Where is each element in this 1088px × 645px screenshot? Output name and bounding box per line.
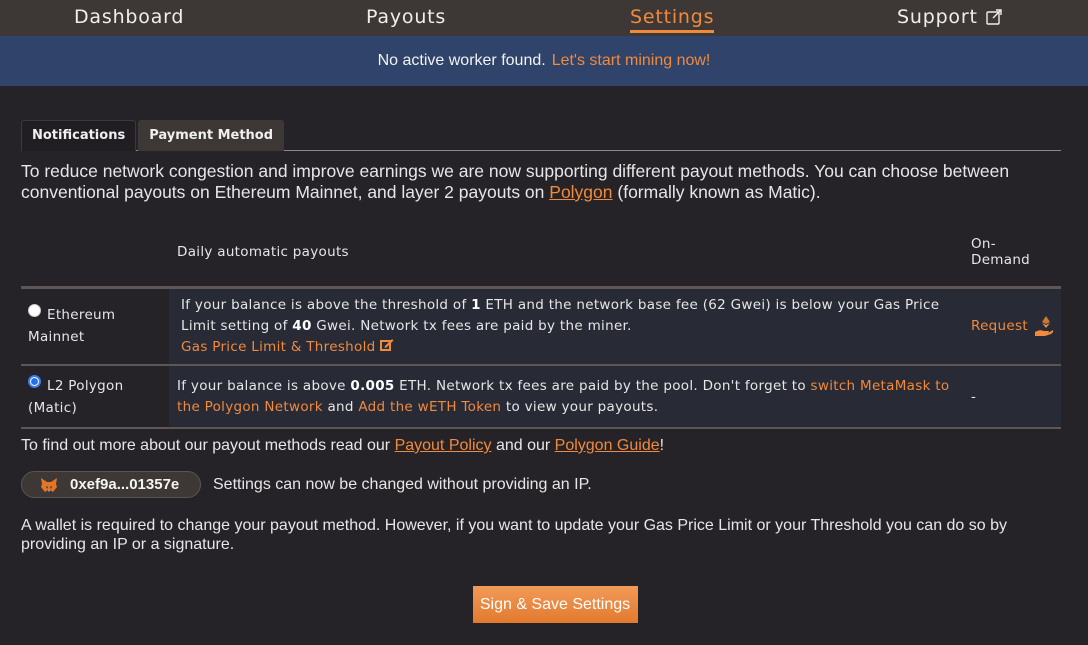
polygon-description: If your balance is above 0.005 ETH. Netw…: [169, 365, 971, 429]
ethereum-on-demand: Request: [971, 287, 1061, 366]
wallet-address: 0xef9a...01357e: [70, 476, 180, 493]
intro-text-after: (formally known as Matic).: [612, 182, 821, 202]
desc-text: If your balance is above the threshold o…: [181, 296, 472, 313]
method-label: L2 Polygon (Matic): [28, 377, 124, 416]
header-on-demand-label: On-Demand: [971, 235, 1031, 268]
more-info-text: To find out more about our payout method…: [21, 437, 395, 454]
header-method: [21, 218, 169, 289]
request-label: Request: [971, 318, 1028, 335]
settings-content: Notifications Payment Method To reduce n…: [0, 120, 1088, 623]
gas-price-threshold-label: Gas Price Limit & Threshold: [181, 338, 376, 355]
add-weth-token-link[interactable]: Add the wETH Token: [358, 399, 501, 415]
gas-limit-value: 40: [292, 317, 312, 334]
more-info-text: !: [659, 437, 665, 454]
tab-notifications[interactable]: Notifications: [21, 120, 137, 151]
tab-payment-method[interactable]: Payment Method: [138, 120, 285, 151]
desc-text: to view your payouts.: [501, 398, 659, 415]
external-link-icon: [986, 9, 1002, 25]
desc-text: If your balance is above: [177, 377, 351, 394]
more-info-paragraph: To find out more about our payout method…: [21, 437, 1061, 455]
polygon-radio[interactable]: [28, 374, 41, 388]
wallet-row: 0xef9a...01357e Settings can now be chan…: [21, 471, 1061, 498]
method-ethereum[interactable]: Ethereum Mainnet: [21, 287, 169, 366]
wallet-note: Settings can now be changed without prov…: [213, 475, 592, 493]
sign-save-settings-button[interactable]: Sign & Save Settings: [472, 586, 638, 623]
ethereum-description: If your balance is above the threshold o…: [169, 287, 971, 366]
polygon-guide-link[interactable]: Polygon Guide: [555, 437, 660, 454]
threshold-value: 0.005: [350, 377, 395, 394]
table-header-row: Daily automatic payouts On-Demand: [21, 218, 1061, 289]
request-payout-link[interactable]: Request: [971, 315, 1061, 337]
nav-dashboard[interactable]: Dashboard: [74, 6, 184, 28]
ethereum-radio[interactable]: [28, 304, 41, 318]
top-navigation: Dashboard Payouts Settings Support: [0, 0, 1088, 36]
save-wrapper: Sign & Save Settings: [21, 586, 1061, 623]
method-polygon[interactable]: L2 Polygon (Matic): [21, 365, 169, 429]
table-row: Ethereum Mainnet If your balance is abov…: [21, 287, 1061, 366]
nav-settings[interactable]: Settings: [630, 6, 715, 33]
desc-text: and: [322, 398, 359, 415]
payout-policy-link[interactable]: Payout Policy: [395, 437, 492, 454]
nav-support-label: Support: [897, 6, 978, 28]
nav-payouts[interactable]: Payouts: [366, 6, 446, 28]
no-worker-banner: No active worker found. Let's start mini…: [0, 36, 1088, 86]
desc-text: Gwei. Network tx fees are paid by the mi…: [311, 317, 632, 334]
payout-methods-table: Daily automatic payouts On-Demand Ethere…: [21, 218, 1061, 429]
metamask-fox-icon: [41, 477, 57, 492]
intro-text-before: To reduce network congestion and improve…: [21, 161, 1010, 202]
wallet-info-paragraph: A wallet is required to change your payo…: [21, 517, 1008, 553]
wallet-address-button[interactable]: 0xef9a...01357e: [21, 471, 201, 498]
gas-price-threshold-link[interactable]: Gas Price Limit & Threshold: [181, 338, 394, 355]
banner-text: No active worker found.: [377, 52, 546, 69]
polygon-link[interactable]: Polygon: [549, 182, 612, 202]
table-row: L2 Polygon (Matic) If your balance is ab…: [21, 365, 1061, 429]
polygon-on-demand: -: [971, 365, 1061, 429]
header-daily-payouts: Daily automatic payouts: [169, 218, 971, 289]
edit-icon: [380, 338, 394, 351]
more-info-text: and our: [491, 437, 555, 454]
intro-paragraph: To reduce network congestion and improve…: [21, 161, 1061, 203]
desc-text: ETH. Network tx fees are paid by the poo…: [394, 377, 811, 394]
start-mining-link[interactable]: Let's start mining now!: [552, 52, 711, 70]
settings-tabs: Notifications Payment Method: [21, 120, 1061, 151]
nav-support[interactable]: Support: [897, 6, 1002, 28]
eth-hand-icon: [1034, 316, 1054, 337]
threshold-value: 1: [471, 296, 481, 313]
header-on-demand: On-Demand: [971, 218, 1061, 289]
method-label: Ethereum Mainnet: [28, 307, 116, 346]
